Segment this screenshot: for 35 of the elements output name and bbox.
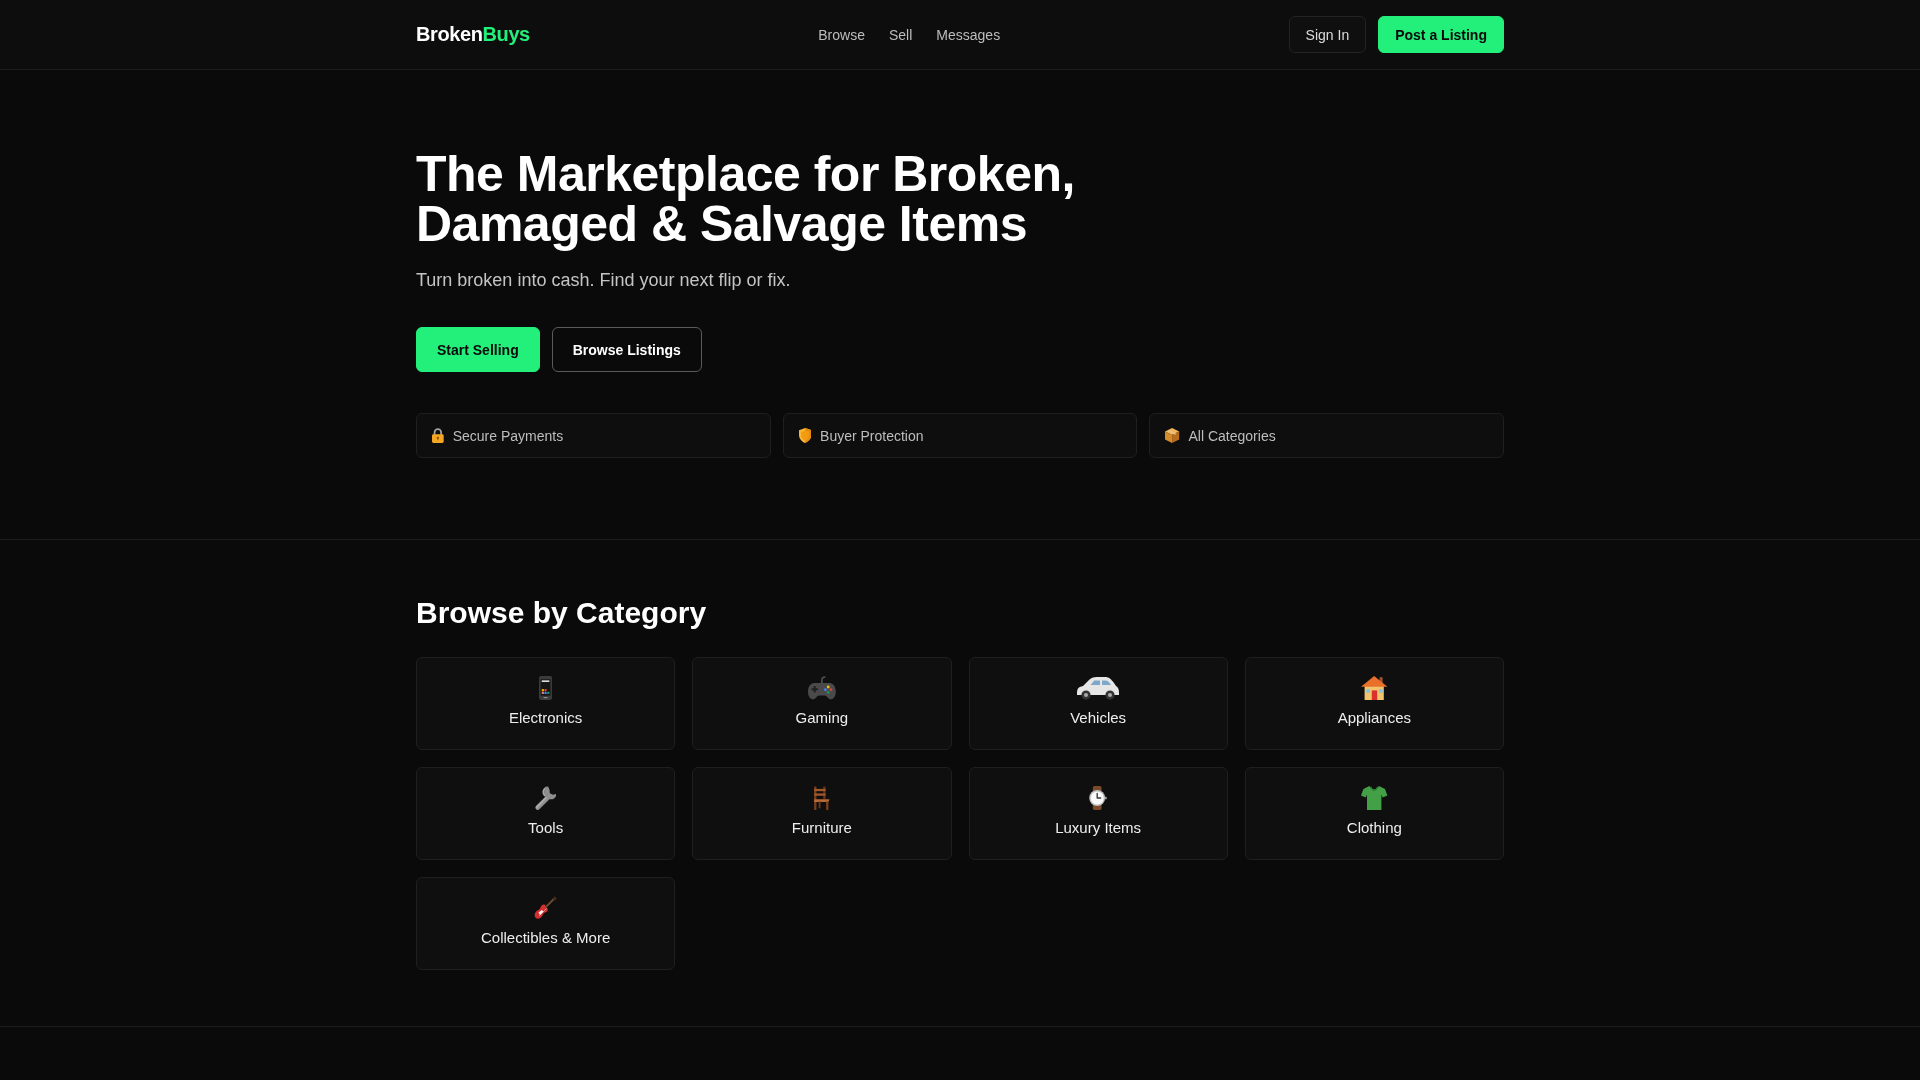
category-card[interactable]: Tools xyxy=(416,767,676,860)
hero-subtitle: Turn broken into cash. Find your next flip or fix. xyxy=(416,269,792,292)
lock-icon xyxy=(432,428,444,443)
logo[interactable]: BrokenBuys xyxy=(416,23,530,46)
car-icon xyxy=(1076,676,1121,700)
wrench-icon xyxy=(534,786,557,810)
hero-title: The Marketplace for Broken, Damaged & Salvage Items xyxy=(416,149,1076,249)
house-icon xyxy=(1361,676,1388,700)
category-card[interactable]: Clothing xyxy=(1244,767,1504,860)
nav-link[interactable]: Browse xyxy=(818,26,865,43)
category-card[interactable]: Luxury Items xyxy=(968,767,1228,860)
category-card[interactable]: Gaming xyxy=(692,657,952,750)
category-card[interactable]: Vehicles xyxy=(968,657,1228,750)
watch-icon xyxy=(1089,786,1108,810)
category-card[interactable]: Electronics xyxy=(416,657,676,750)
category-card[interactable]: Appliances xyxy=(1244,657,1504,750)
section-heading: Browse by Category xyxy=(416,595,708,631)
guitar-icon xyxy=(533,896,558,920)
gamepad-icon xyxy=(807,676,836,700)
box-icon xyxy=(1165,428,1180,443)
category-card[interactable]: Furniture xyxy=(692,767,952,860)
tshirt-icon xyxy=(1361,786,1388,810)
shield-icon xyxy=(798,428,812,443)
chair-icon xyxy=(813,786,831,810)
feature-label: All Categories xyxy=(1188,427,1276,444)
post-listing-button[interactable]: Post a Listing xyxy=(1378,16,1504,53)
sign-in-button[interactable]: Sign In xyxy=(1288,16,1367,53)
start-selling-button[interactable]: Start Selling xyxy=(416,327,540,372)
phone-icon xyxy=(539,676,553,700)
category-card[interactable]: Collectibles & More xyxy=(416,877,676,970)
browse-listings-button[interactable]: Browse Listings xyxy=(551,327,702,372)
feature-label: Secure Payments xyxy=(452,427,564,444)
feature-label: Buyer Protection xyxy=(820,427,924,444)
nav-link[interactable]: Sell xyxy=(888,26,913,43)
nav-link[interactable]: Messages xyxy=(936,26,1001,43)
